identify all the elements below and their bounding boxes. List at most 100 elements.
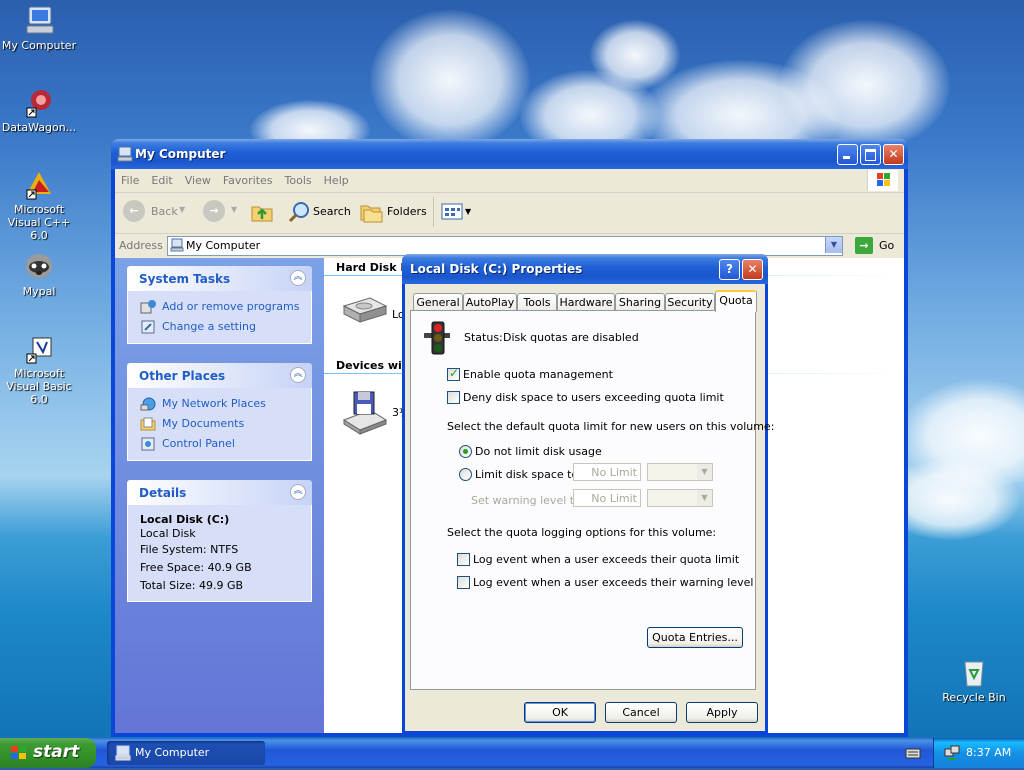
desktop-icon-recycle-bin[interactable]: Recycle Bin	[934, 656, 1014, 704]
menu-edit[interactable]: Edit	[145, 169, 178, 187]
keyboard-icon[interactable]	[905, 747, 921, 762]
desktop-icon-label: Microsoft Visual C++ 6.0	[7, 203, 71, 242]
menu-file[interactable]: File	[115, 169, 145, 187]
hard-disk-icon	[340, 297, 388, 331]
network-tray-icon[interactable]	[944, 745, 960, 764]
minimize-button[interactable]	[837, 144, 858, 165]
quota-entries-button[interactable]: Quota Entries...	[647, 627, 743, 648]
collapse-chevron-icon[interactable]: ︽	[290, 367, 306, 383]
control-panel-label: Control Panel	[162, 437, 235, 450]
help-button[interactable]: ?	[719, 259, 740, 280]
taskbar-item-my-computer[interactable]: My Computer	[107, 741, 265, 765]
system-tasks-header[interactable]: System Tasks ︽	[127, 266, 312, 291]
quota-tab-page: Status: Disk quotas are disabled Enable …	[410, 310, 774, 690]
limit-to-label[interactable]: Limit disk space to	[475, 468, 578, 481]
menu-tools[interactable]: Tools	[279, 169, 318, 187]
log-quota-limit-label[interactable]: Log event when a user exceeds their quot…	[473, 553, 739, 566]
details-free-space: Free Space: 40.9 GB	[140, 561, 252, 574]
desktop-icon-datawagon[interactable]: DataWagon...	[0, 86, 79, 134]
collapse-chevron-icon[interactable]: ︽	[290, 484, 306, 500]
back-button[interactable]: ← Back ▼	[121, 199, 185, 225]
traffic-light-icon	[423, 321, 453, 358]
no-limit-label[interactable]: Do not limit disk usage	[475, 445, 602, 458]
desktop-icon-my-computer[interactable]: My Computer	[0, 4, 79, 52]
search-button[interactable]: Search	[285, 199, 353, 225]
deny-space-checkbox[interactable]	[447, 391, 460, 404]
dialog-close-button[interactable]: ✕	[742, 259, 763, 280]
enable-quota-label[interactable]: Enable quota management	[463, 368, 613, 381]
enable-quota-checkbox[interactable]	[447, 366, 460, 381]
menu-view[interactable]: View	[179, 169, 217, 187]
other-places-header[interactable]: Other Places ︽	[127, 363, 312, 388]
folders-button[interactable]: Folders	[357, 199, 427, 225]
dialog-titlebar[interactable]: Local Disk (C:) Properties ? ✕	[402, 254, 768, 284]
window-titlebar[interactable]: My Computer ✕	[111, 139, 908, 169]
desktop-icon-mypal[interactable]: Mypal	[0, 250, 79, 298]
clock[interactable]: 8:37 AM	[966, 746, 1011, 759]
folders-label: Folders	[387, 205, 427, 218]
add-remove-programs-link[interactable]: Add or remove programs	[140, 297, 301, 317]
limit-amount-input[interactable]: No Limit	[573, 463, 641, 481]
forward-button[interactable]: → ▼	[201, 199, 241, 225]
address-input[interactable]: My Computer ▼	[167, 236, 843, 256]
limit-to-radio[interactable]	[459, 468, 472, 481]
computer-icon	[23, 4, 55, 36]
log-warning-level-label[interactable]: Log event when a user exceeds their warn…	[473, 576, 753, 589]
control-panel-link[interactable]: Control Panel	[140, 434, 301, 454]
views-button[interactable]: ▼	[439, 199, 473, 225]
tab-hardware[interactable]: Hardware	[557, 293, 615, 311]
visual-basic-icon	[23, 332, 55, 364]
dialog-title: Local Disk (C:) Properties	[410, 262, 583, 276]
other-places-body: My Network Places My Documents Control P…	[127, 388, 312, 461]
desktop-icon-label: My Computer	[1, 39, 77, 52]
warning-amount-input[interactable]: No Limit	[573, 489, 641, 507]
close-button[interactable]: ✕	[883, 144, 904, 165]
dialog-body: General AutoPlay Tools Hardware Sharing …	[405, 284, 774, 731]
my-network-places-link[interactable]: My Network Places	[140, 394, 301, 414]
my-documents-link[interactable]: My Documents	[140, 414, 301, 434]
floppy-drive-item[interactable]: 3½	[340, 390, 410, 438]
add-remove-programs-icon	[140, 299, 156, 315]
details-filesystem: File System: NTFS	[140, 543, 239, 556]
go-button[interactable]: → Go	[855, 236, 901, 256]
start-button[interactable]: start	[0, 738, 96, 768]
datawagon-icon	[23, 86, 55, 118]
no-limit-radio[interactable]	[459, 445, 472, 458]
menu-favorites[interactable]: Favorites	[217, 169, 279, 187]
address-dropdown-button[interactable]: ▼	[825, 237, 842, 253]
desktop-icon-label: Mypal	[22, 285, 56, 298]
my-documents-icon	[140, 416, 156, 432]
maximize-button[interactable]	[860, 144, 881, 165]
change-setting-link[interactable]: Change a setting	[140, 317, 301, 337]
tab-quota[interactable]: Quota	[715, 290, 757, 312]
log-quota-limit-checkbox[interactable]	[457, 553, 470, 566]
other-places-panel: Other Places ︽ My Network Places My Docu…	[127, 363, 312, 461]
menu-help[interactable]: Help	[318, 169, 355, 187]
cancel-button[interactable]: Cancel	[605, 702, 677, 723]
details-name: Local Disk (C:)	[140, 513, 230, 526]
tab-general[interactable]: General	[413, 293, 463, 311]
apply-button[interactable]: Apply	[686, 702, 758, 723]
group-removable-header: Devices wit	[336, 359, 408, 372]
close-icon: ✕	[888, 147, 899, 161]
up-folder-button[interactable]	[249, 199, 277, 225]
collapse-chevron-icon[interactable]: ︽	[290, 270, 306, 286]
tab-tools[interactable]: Tools	[517, 293, 557, 311]
local-disk-item[interactable]: Lo	[340, 294, 410, 334]
tab-autoplay[interactable]: AutoPlay	[463, 293, 517, 311]
control-panel-icon	[140, 436, 156, 452]
limit-unit-select[interactable]: ▼	[647, 463, 713, 481]
desktop-icon-visual-basic[interactable]: Microsoft Visual Basic 6.0	[0, 332, 79, 406]
warning-unit-select[interactable]: ▼	[647, 489, 713, 507]
go-label: Go	[879, 239, 895, 252]
back-arrow-icon: ←	[123, 200, 145, 222]
tab-sharing[interactable]: Sharing	[615, 293, 665, 311]
ok-button[interactable]: OK	[524, 702, 596, 723]
deny-space-label[interactable]: Deny disk space to users exceeding quota…	[463, 391, 724, 404]
desktop-icon-visual-cpp[interactable]: Microsoft Visual C++ 6.0	[0, 168, 79, 242]
tab-security[interactable]: Security	[665, 293, 715, 311]
group-hard-disks-header: Hard Disk D	[336, 261, 410, 274]
log-warning-level-checkbox[interactable]	[457, 576, 470, 589]
details-header[interactable]: Details ︽	[127, 480, 312, 505]
network-places-icon	[140, 396, 156, 412]
